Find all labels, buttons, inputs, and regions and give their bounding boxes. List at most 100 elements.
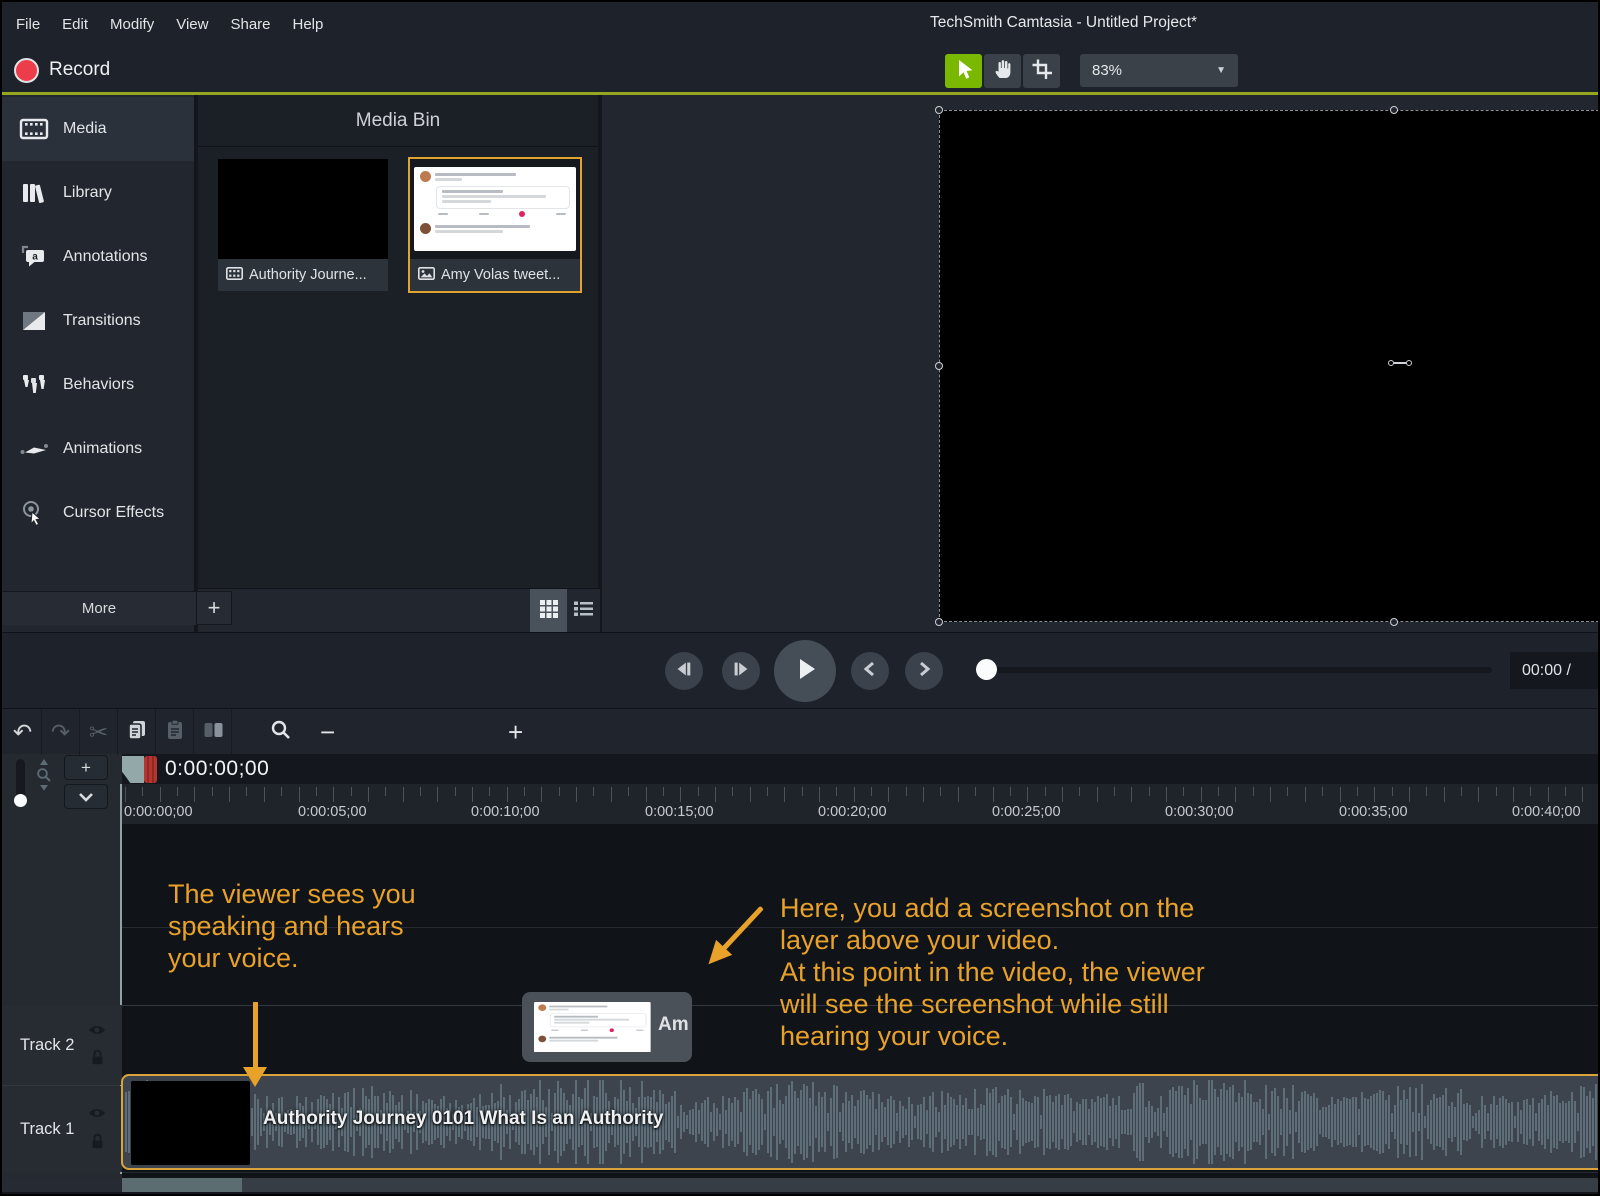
menu-view[interactable]: View — [176, 16, 208, 33]
stage-handle-middle-left[interactable] — [935, 362, 943, 370]
hand-icon — [992, 58, 1014, 85]
next-clip-button[interactable] — [905, 652, 943, 690]
playback-time-display: 00:00 / — [1510, 652, 1598, 689]
sidebar-item-cursor-effects[interactable]: Cursor Effects — [2, 481, 194, 545]
clip-label: Authority Journey 0101 What Is an Author… — [263, 1108, 664, 1129]
undo-icon: ↶ — [12, 718, 33, 745]
canvas-stage[interactable] — [939, 110, 1598, 622]
track-lock-toggle[interactable] — [91, 1133, 104, 1155]
media-item-authority-video[interactable]: Authority Journe... — [218, 159, 388, 291]
sidebar-item-label: Behaviors — [63, 376, 135, 393]
stage-handle-bottom-left[interactable] — [935, 618, 943, 626]
previous-clip-button[interactable] — [851, 652, 889, 690]
scissors-icon: ✂ — [88, 718, 109, 745]
paste-icon — [163, 718, 187, 747]
annotations-icon: a — [19, 244, 49, 270]
tweet-screenshot — [414, 167, 576, 251]
play-icon — [788, 652, 822, 691]
track1-video-clip[interactable]: Authority Journey 0101 What Is an Author… — [121, 1074, 1598, 1170]
stage-handle-top-left[interactable] — [935, 106, 943, 114]
record-button[interactable]: Record — [14, 53, 110, 87]
track-lock-toggle[interactable] — [91, 1049, 104, 1071]
animations-icon — [19, 437, 49, 461]
image-thumbnail — [410, 159, 580, 259]
add-media-button[interactable]: + — [196, 591, 232, 625]
step-forward-button[interactable] — [722, 652, 760, 690]
menu-modify[interactable]: Modify — [110, 16, 154, 33]
track-visibility-toggle[interactable] — [88, 1106, 106, 1124]
collapse-tracks-button[interactable] — [64, 784, 108, 809]
ruler-label: 0:00:40;00 — [1512, 804, 1581, 820]
track-visibility-toggle[interactable] — [88, 1023, 106, 1041]
sidebar-item-transitions[interactable]: Transitions — [2, 289, 194, 353]
canvas-zoom-dropdown[interactable]: 83% ▼ — [1080, 54, 1238, 87]
track2-screenshot-clip[interactable]: Am — [522, 992, 692, 1062]
crop-tool-button[interactable] — [1023, 54, 1060, 88]
sidebar-item-library[interactable]: Library — [2, 161, 194, 225]
timeline-zoom-search[interactable] — [264, 709, 298, 755]
minus-icon: − — [320, 716, 336, 747]
sidebar-item-label: Animations — [63, 440, 143, 457]
plus-icon: + — [508, 716, 524, 747]
more-button[interactable]: More — [2, 591, 196, 625]
sidebar-item-media[interactable]: Media — [2, 97, 194, 161]
copy-icon — [125, 718, 149, 747]
ruler-label: 0:00:10;00 — [471, 804, 540, 820]
paste-button[interactable] — [156, 709, 194, 755]
horizontal-scrollbar[interactable] — [122, 1178, 1598, 1192]
ruler-label: 0:00:05;00 — [298, 804, 367, 820]
window-title: TechSmith Camtasia - Untitled Project* — [930, 14, 1198, 31]
ruler-label: 0:00:35;00 — [1339, 804, 1408, 820]
play-button[interactable] — [774, 640, 836, 702]
timeline-zoom-in-button[interactable]: + — [508, 709, 523, 755]
step-backward-icon — [673, 658, 695, 685]
timeline-zoom-out-button[interactable]: − — [320, 709, 335, 755]
sidebar-item-behaviors[interactable]: Behaviors — [2, 353, 194, 417]
seek-knob[interactable] — [976, 659, 997, 680]
list-view-button[interactable] — [568, 589, 600, 633]
ruler-label: 0:00:30;00 — [1165, 804, 1234, 820]
seek-bar[interactable] — [978, 667, 1492, 673]
cut-button[interactable]: ✂ — [80, 709, 118, 755]
step-backward-button[interactable] — [665, 652, 703, 690]
plus-icon: + — [207, 595, 221, 620]
scrollbar-gutter — [2, 1178, 122, 1192]
pan-tool-button[interactable] — [984, 54, 1021, 88]
chevron-down-icon — [78, 787, 94, 807]
copy-button[interactable] — [118, 709, 156, 755]
timeline-ruler[interactable]: 0:00:00;00 0:00:05;00 0:00:10;00 0:00:15… — [122, 784, 1598, 824]
ruler-label: 0:00:00;00 — [124, 804, 193, 820]
menu-file[interactable]: File — [16, 16, 40, 33]
cursor-effects-icon — [19, 499, 49, 527]
current-time-display: 0:00:00;00 — [165, 757, 270, 780]
split-button[interactable] — [194, 709, 232, 755]
sidebar-item-animations[interactable]: Animations — [2, 417, 194, 481]
sidebar-item-label: Transitions — [63, 312, 141, 329]
grid-view-icon — [539, 599, 559, 624]
playhead-marker[interactable] — [144, 756, 157, 783]
media-item-tweet-image[interactable]: Amy Volas tweet... — [408, 157, 582, 293]
menu-help[interactable]: Help — [293, 16, 324, 33]
pointer-tool-button[interactable] — [945, 54, 982, 88]
menu-share[interactable]: Share — [230, 16, 270, 33]
camtasia-window: File Edit Modify View Share Help TechSmi… — [0, 0, 1600, 1196]
undo-button[interactable]: ↶ — [4, 709, 42, 755]
redo-button[interactable]: ↷ — [42, 709, 80, 755]
image-icon — [418, 266, 435, 284]
sidebar-item-annotations[interactable]: a Annotations — [2, 225, 194, 289]
ruler-label: 0:00:15;00 — [645, 804, 714, 820]
svg-text:a: a — [32, 252, 38, 263]
track-height-knob[interactable] — [14, 794, 27, 807]
menu-edit[interactable]: Edit — [62, 16, 88, 33]
stage-handle-bottom-middle[interactable] — [1390, 618, 1398, 626]
add-track-button[interactable]: + — [64, 755, 108, 780]
stage-rotation-handle[interactable] — [1388, 360, 1412, 366]
timeline-time-strip — [122, 754, 1598, 784]
horizontal-scrollbar-handle[interactable] — [122, 1178, 242, 1192]
stage-handle-top-middle[interactable] — [1390, 106, 1398, 114]
grid-view-button[interactable] — [530, 589, 567, 633]
clip-label: Am — [658, 1014, 689, 1035]
plus-icon: + — [81, 757, 91, 777]
track-name: Track 1 — [20, 1120, 75, 1138]
video-thumbnail — [218, 159, 388, 259]
